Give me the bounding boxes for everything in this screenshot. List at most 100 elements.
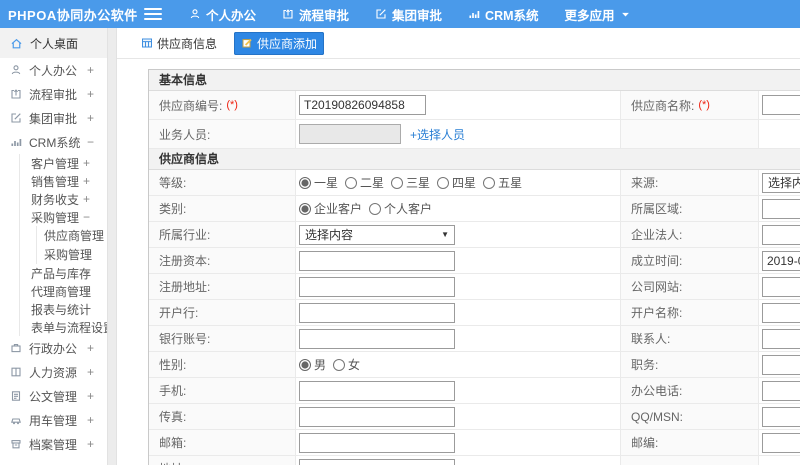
category-radio-input-0[interactable] [299,202,311,215]
business-person-input[interactable] [299,124,401,144]
level-radio-input-1[interactable] [345,176,358,189]
expand-toggle-icon[interactable]: + [87,111,94,125]
category-radio-1[interactable]: 个人客户 [369,200,432,217]
nav-more-apps[interactable]: 更多应用 [552,0,643,28]
expand-toggle-icon[interactable]: + [83,284,90,298]
account-name-input[interactable] [762,302,800,323]
sidebar-item-purchase-mgmt-sub[interactable]: 采购管理 [0,245,107,264]
form-cell [296,300,621,325]
nav-personal-office[interactable]: 个人办公 [176,0,269,28]
expand-toggle-icon[interactable]: + [87,437,94,451]
level-radio-input-0[interactable] [299,176,311,189]
region-input[interactable] [762,198,800,219]
form-row: 供应商编号:(*)供应商名称:(*) [149,91,800,120]
sidebar-item-supplier-mgmt[interactable]: 供应商管理 [0,226,107,245]
address-input[interactable] [299,458,455,465]
sidebar-item-customer-mgmt[interactable]: 客户管理 + [0,154,107,172]
sidebar-item-form-process-settings[interactable]: 表单与流程设置+ [0,318,107,336]
sidebar-item-group-approval[interactable]: 集团审批 + [0,106,107,130]
level-radio-1[interactable]: 二星 [345,174,384,191]
source-select[interactable]: 选择内容▼ [762,172,800,193]
bank-branch-input[interactable] [299,302,455,323]
nav-crm-system[interactable]: CRM系统 [455,0,551,28]
form-row: 邮箱: 邮编: [149,430,800,456]
level-radio-input-4[interactable] [483,176,496,189]
registered-address-input[interactable] [299,276,455,297]
tab-supplier-add[interactable]: 供应商添加 [234,31,325,55]
expand-toggle-icon[interactable]: − [87,135,94,149]
form-cell: 类别: [149,196,296,221]
legal-person-input[interactable] [762,224,800,245]
gender-radio-0[interactable]: 男 [299,356,326,373]
expand-toggle-icon[interactable]: + [87,413,94,427]
sidebar-item-vehicle-mgmt[interactable]: 用车管理 + [0,408,107,432]
level-radio-3[interactable]: 四星 [437,174,476,191]
expand-toggle-icon[interactable]: + [87,365,94,379]
gender-radio-1[interactable]: 女 [333,356,360,373]
form-cell: 邮箱: [149,430,296,455]
sidebar-item-personal-office[interactable]: 个人办公 + [0,58,107,82]
gender-radio-input-1[interactable] [333,358,346,371]
level-radio-2[interactable]: 三星 [391,174,430,191]
category-radio-input-1[interactable] [369,202,382,215]
postcode-input[interactable] [762,432,800,453]
gender-radio-input-0[interactable] [299,358,311,371]
mobile-input[interactable] [299,380,455,401]
field-label: 银行账号: [159,332,211,346]
sidebar-item-report-stats[interactable]: 报表与统计 [0,300,107,318]
level-radio-0[interactable]: 一星 [299,174,338,191]
sidebar-item-finance-inout[interactable]: 财务收支 + [0,190,107,208]
briefcase-icon [10,342,22,354]
form-cell: 选择内容▼ [759,170,800,195]
registered-capital-input[interactable] [299,250,455,271]
hamburger-menu-icon[interactable] [144,8,162,20]
form-cell [296,326,621,351]
sidebar-item-document-mgmt[interactable]: 公文管理 + [0,384,107,408]
expand-toggle-icon[interactable]: + [87,63,94,77]
sidebar-splitter[interactable] [107,28,117,465]
expand-toggle-icon[interactable]: + [83,156,90,170]
level-radio-input-2[interactable] [391,176,404,189]
sidebar-item-purchase-mgmt-sub-label: 采购管理 [44,248,93,262]
sidebar-item-agent-mgmt[interactable]: 代理商管理 + [0,282,107,300]
sidebar-item-crm-system[interactable]: CRM系统 − [0,130,107,154]
expand-toggle-icon[interactable]: + [87,341,94,355]
expand-toggle-icon[interactable]: + [87,389,94,403]
sidebar-item-sales-mgmt[interactable]: 销售管理 + [0,172,107,190]
qq-msn-input[interactable] [762,406,800,427]
supplier-name-input[interactable] [762,95,800,115]
sidebar-item-purchase-mgmt[interactable]: 采购管理 − [0,208,107,226]
form-row: 类别: 企业客户 个人客户 所属区域: [149,196,800,222]
choose-person-link[interactable]: +选择人员 [410,126,465,143]
field-label: 职务: [631,358,659,372]
company-website-input[interactable] [762,276,800,297]
nav-process-approval[interactable]: 流程审批 [269,0,362,28]
expand-toggle-icon[interactable]: + [83,266,90,280]
sidebar-item-archive-mgmt[interactable]: 档案管理 + [0,432,107,456]
tab-supplier-info[interactable]: 供应商信息 [134,32,224,55]
sidebar-item-personal-desktop[interactable]: 个人桌面 [0,28,107,58]
industry-select[interactable]: 选择内容 ▼ [299,224,455,245]
supplier-code-input[interactable] [299,95,426,115]
fax-input[interactable] [299,406,455,427]
level-radio-input-3[interactable] [437,176,450,189]
sidebar-item-admin-office[interactable]: 行政办公 + [0,336,107,360]
office-phone-input[interactable] [762,380,800,401]
expand-toggle-icon[interactable]: − [83,210,90,224]
sidebar-item-product-inventory[interactable]: 产品与库存 + [0,264,107,282]
nav-group-approval[interactable]: 集团审批 [362,0,455,28]
bank-account-input[interactable] [299,328,455,349]
email-input[interactable] [299,432,455,453]
tab-supplier-info-label: 供应商信息 [157,36,218,51]
level-radio-4[interactable]: 五星 [483,174,522,191]
category-radio-0[interactable]: 企业客户 [299,200,362,217]
expand-toggle-icon[interactable]: + [87,87,94,101]
layout: 个人桌面 个人办公 + 流程审批 + 集团审批 + CRM系统 − 客户管理 + 销售管理 + 财务收支 +… [0,28,800,465]
sidebar-item-process-approval[interactable]: 流程审批 + [0,82,107,106]
position-input[interactable] [762,354,800,375]
contact-person-input[interactable] [762,328,800,349]
expand-toggle-icon[interactable]: + [83,192,90,206]
founded-date-input[interactable] [762,250,800,271]
expand-toggle-icon[interactable]: + [83,174,90,188]
sidebar-item-human-resources[interactable]: 人力资源 + [0,360,107,384]
